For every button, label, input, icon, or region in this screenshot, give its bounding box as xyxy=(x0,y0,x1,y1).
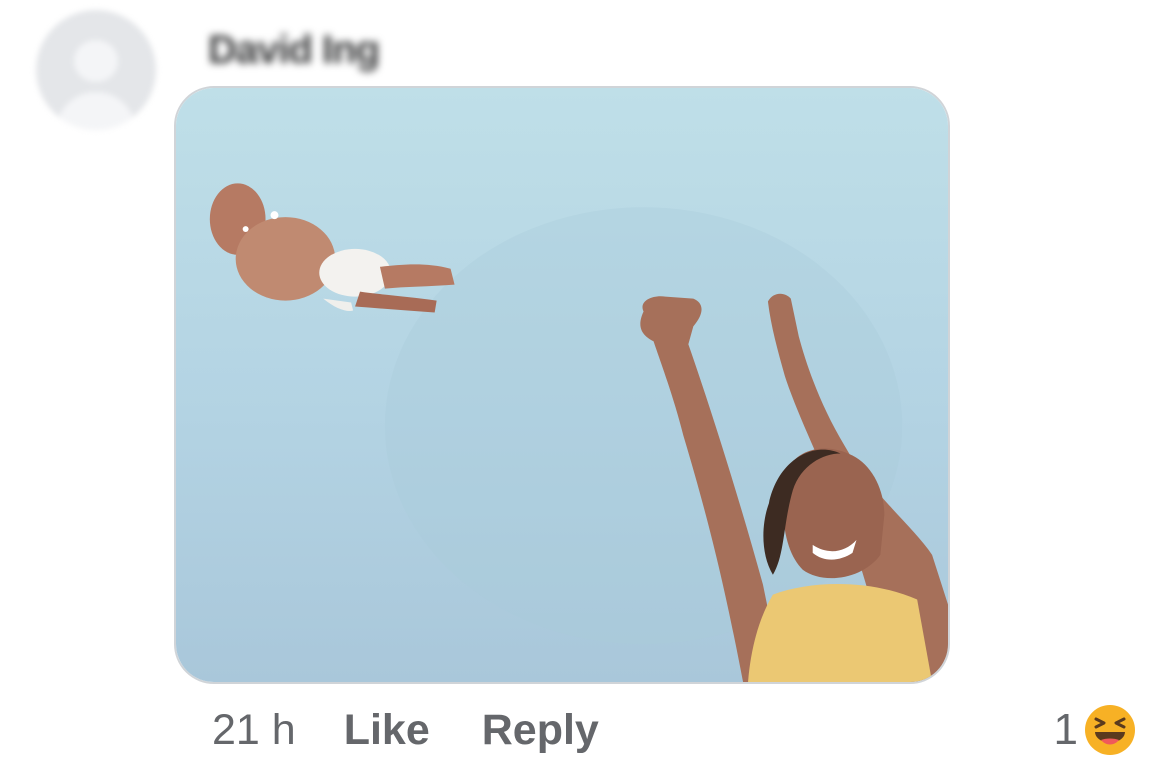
comment-actions: 21 h Like Reply xyxy=(212,700,651,760)
comment-image[interactable] xyxy=(174,86,950,684)
reply-button[interactable]: Reply xyxy=(482,706,599,755)
cartoon-image xyxy=(176,88,948,682)
comment-author-name[interactable]: David Ing xyxy=(208,26,380,74)
like-button[interactable]: Like xyxy=(344,706,430,755)
haha-emoji-icon xyxy=(1085,705,1135,755)
reaction-summary[interactable]: 1 xyxy=(1054,700,1136,760)
comment-timestamp[interactable]: 21 h xyxy=(212,706,296,755)
reaction-count: 1 xyxy=(1053,705,1078,754)
avatar-head-shape xyxy=(74,40,118,82)
avatar-body-shape xyxy=(56,92,136,130)
comment-avatar[interactable] xyxy=(36,10,156,130)
